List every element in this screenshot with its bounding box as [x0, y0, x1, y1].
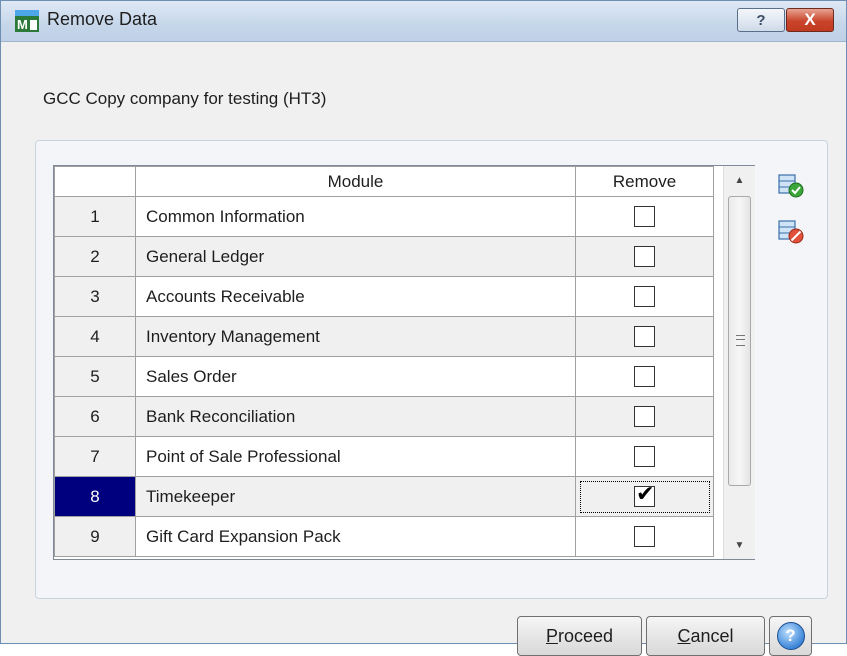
- remove-checkbox[interactable]: [634, 406, 655, 427]
- cancel-accel-key: C: [677, 625, 691, 646]
- module-column-header[interactable]: Module: [135, 166, 576, 197]
- row-number[interactable]: 7: [54, 436, 136, 477]
- remove-checkbox[interactable]: [634, 286, 655, 307]
- app-icon: M: [15, 10, 39, 32]
- cancel-label: ancel: [690, 625, 734, 646]
- company-label: GCC Copy company for testing (HT3): [43, 89, 327, 108]
- remove-cell[interactable]: [575, 476, 714, 517]
- table-row[interactable]: 3 Accounts Receivable: [54, 276, 714, 317]
- remove-data-dialog: M Remove Data ? X GCC Copy company for t…: [0, 0, 847, 656]
- grid-scrollbar[interactable]: ▲ ▼: [723, 166, 755, 559]
- clear-all-icon[interactable]: [777, 219, 805, 245]
- table-row[interactable]: 4 Inventory Management: [54, 316, 714, 357]
- module-name[interactable]: Accounts Receivable: [135, 276, 576, 317]
- titlebar-help-button[interactable]: ?: [737, 8, 785, 32]
- table-row[interactable]: 7 Point of Sale Professional: [54, 436, 714, 477]
- svg-text:M: M: [17, 17, 28, 32]
- module-name[interactable]: Common Information: [135, 196, 576, 237]
- modules-table: Module Remove 1 Common Information 2 Genera…: [54, 166, 714, 557]
- row-number[interactable]: 2: [54, 236, 136, 277]
- table-row[interactable]: 9 Gift Card Expansion Pack: [54, 516, 714, 557]
- remove-checkbox[interactable]: [634, 206, 655, 227]
- remove-cell[interactable]: [575, 436, 714, 477]
- row-number-header: [54, 166, 136, 197]
- row-number[interactable]: 6: [54, 396, 136, 437]
- table-row[interactable]: 6 Bank Reconciliation: [54, 396, 714, 437]
- cancel-button[interactable]: Cancel: [646, 616, 765, 656]
- module-name[interactable]: Bank Reconciliation: [135, 396, 576, 437]
- row-number[interactable]: 3: [54, 276, 136, 317]
- remove-cell[interactable]: [575, 276, 714, 317]
- window-title: Remove Data: [47, 9, 158, 29]
- remove-cell[interactable]: [575, 236, 714, 277]
- module-name[interactable]: Point of Sale Professional: [135, 436, 576, 477]
- module-name[interactable]: Gift Card Expansion Pack: [135, 516, 576, 557]
- remove-checkbox[interactable]: [634, 481, 655, 507]
- remove-checkbox[interactable]: [634, 246, 655, 267]
- remove-cell[interactable]: [575, 316, 714, 357]
- modules-grid: Module Remove 1 Common Information 2 Genera…: [53, 165, 755, 560]
- title-bar: M Remove Data ? X: [1, 1, 846, 42]
- help-button[interactable]: ?: [769, 616, 812, 656]
- remove-checkbox[interactable]: [634, 446, 655, 467]
- remove-checkbox[interactable]: [634, 326, 655, 347]
- help-icon: ?: [776, 622, 805, 650]
- table-row[interactable]: 5 Sales Order: [54, 356, 714, 397]
- module-name[interactable]: Sales Order: [135, 356, 576, 397]
- proceed-label: roceed: [557, 625, 614, 646]
- row-number[interactable]: 1: [54, 196, 136, 237]
- module-name[interactable]: Inventory Management: [135, 316, 576, 357]
- remove-checkbox[interactable]: [634, 526, 655, 547]
- grip-icon: [736, 335, 745, 346]
- remove-cell[interactable]: [575, 356, 714, 397]
- row-number[interactable]: 8: [54, 476, 136, 517]
- remove-cell[interactable]: [575, 396, 714, 437]
- row-number[interactable]: 9: [54, 516, 136, 557]
- scroll-down-arrow-icon[interactable]: ▼: [724, 531, 755, 559]
- select-all-icon[interactable]: [777, 173, 805, 199]
- close-button[interactable]: X: [786, 8, 834, 32]
- scroll-up-arrow-icon[interactable]: ▲: [724, 166, 755, 194]
- table-row[interactable]: 8 Timekeeper: [54, 476, 714, 517]
- remove-checkbox[interactable]: [634, 366, 655, 387]
- module-name[interactable]: Timekeeper: [135, 476, 576, 517]
- remove-cell[interactable]: [575, 196, 714, 237]
- module-name[interactable]: General Ledger: [135, 236, 576, 277]
- proceed-accel-key: P: [545, 625, 558, 646]
- table-row[interactable]: 2 General Ledger: [54, 236, 714, 277]
- table-row[interactable]: 1 Common Information: [54, 196, 714, 237]
- proceed-button[interactable]: Proceed: [517, 616, 642, 656]
- remove-cell[interactable]: [575, 516, 714, 557]
- row-number[interactable]: 4: [54, 316, 136, 357]
- scroll-thumb[interactable]: [728, 196, 751, 486]
- row-number[interactable]: 5: [54, 356, 136, 397]
- remove-column-header[interactable]: Remove: [575, 166, 714, 197]
